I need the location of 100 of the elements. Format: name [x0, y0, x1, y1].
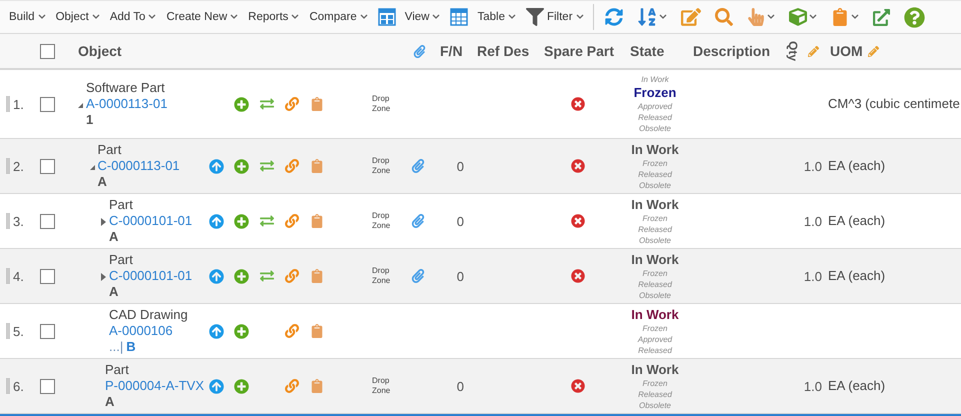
- navigate-icon[interactable]: [209, 378, 224, 394]
- column-header[interactable]: Spare Part: [544, 43, 614, 59]
- state-option[interactable]: Released: [638, 112, 672, 123]
- state-option[interactable]: Obsolete: [638, 180, 672, 190]
- object-number-link[interactable]: A-0000113-01: [86, 96, 168, 112]
- navigate-icon[interactable]: [209, 214, 224, 228]
- replace-icon[interactable]: [260, 158, 274, 172]
- drag-handle[interactable]: [6, 96, 10, 112]
- drag-handle[interactable]: [6, 213, 10, 229]
- collapse-icon[interactable]: [78, 102, 83, 108]
- object-number-link[interactable]: P-000004-A-TVX: [105, 378, 204, 394]
- navigate-icon[interactable]: [209, 158, 224, 174]
- row-checkbox[interactable]: [40, 378, 55, 394]
- row-number: 2.: [13, 158, 24, 174]
- state-option[interactable]: Released: [638, 278, 672, 290]
- filter-button[interactable]: Filter: [520, 3, 589, 31]
- add-icon[interactable]: [234, 96, 249, 112]
- unit-of-measure: EA (each): [827, 378, 886, 393]
- object-number-link[interactable]: A-0000106: [109, 323, 188, 339]
- add-icon[interactable]: [234, 214, 249, 228]
- column-header[interactable]: Ref Des: [477, 43, 530, 59]
- state-option[interactable]: Frozen: [642, 268, 668, 278]
- view-button[interactable]: View: [372, 3, 446, 31]
- clipboard-icon[interactable]: [310, 214, 324, 228]
- expand-icon[interactable]: [101, 273, 106, 281]
- select-all-checkbox[interactable]: [40, 44, 55, 58]
- menu-button[interactable]: Compare: [304, 3, 373, 31]
- object-number-link[interactable]: C-0000113-01: [98, 158, 180, 174]
- row-checkbox[interactable]: [40, 96, 55, 112]
- navigate-icon[interactable]: [209, 324, 224, 338]
- row-checkbox[interactable]: [40, 214, 55, 228]
- state-option[interactable]: Obsolete: [638, 290, 672, 300]
- state-option[interactable]: Frozen: [642, 212, 668, 224]
- row-number: 3.: [13, 214, 24, 228]
- drag-handle[interactable]: [6, 158, 10, 174]
- state-option[interactable]: Released: [638, 388, 672, 400]
- link-icon[interactable]: [284, 324, 298, 338]
- revision[interactable]: B: [126, 339, 136, 355]
- clipboard-icon[interactable]: [310, 158, 324, 172]
- table-icon: [450, 8, 468, 26]
- column-header[interactable]: UOM: [830, 43, 863, 59]
- drag-handle[interactable]: [6, 378, 10, 394]
- object-number-link[interactable]: C-0000101-01: [109, 268, 192, 284]
- clipboard-icon[interactable]: [310, 96, 324, 110]
- paperclip-icon[interactable]: [410, 159, 424, 173]
- object-number-link[interactable]: C-0000101-01: [109, 213, 192, 229]
- state-option[interactable]: Released: [638, 168, 672, 180]
- replace-icon[interactable]: [260, 214, 274, 228]
- row-checkbox[interactable]: [40, 324, 55, 338]
- row-checkbox[interactable]: [40, 158, 55, 174]
- expand-icon[interactable]: [101, 218, 106, 226]
- link-icon[interactable]: [284, 268, 298, 282]
- paperclip-icon[interactable]: [410, 214, 424, 228]
- state-option[interactable]: Released: [638, 224, 672, 234]
- state-option[interactable]: Frozen: [642, 378, 668, 388]
- link-icon[interactable]: [284, 214, 298, 228]
- menu-button[interactable]: Object: [50, 3, 105, 31]
- replace-icon[interactable]: [260, 96, 274, 110]
- add-icon[interactable]: [234, 158, 249, 174]
- add-icon[interactable]: [234, 324, 249, 338]
- column-header[interactable]: F/N: [440, 43, 463, 59]
- drop-zone[interactable]: Drop Zone: [360, 94, 396, 114]
- table-button[interactable]: Table: [445, 3, 521, 31]
- link-icon[interactable]: [284, 96, 298, 110]
- row-checkbox[interactable]: [40, 268, 55, 284]
- state-option[interactable]: Obsolete: [638, 234, 672, 246]
- paperclip-icon[interactable]: [410, 269, 424, 283]
- replace-icon[interactable]: [260, 268, 274, 282]
- link-icon[interactable]: [284, 378, 298, 392]
- state-option[interactable]: Frozen: [642, 158, 668, 168]
- clipboard-icon[interactable]: [310, 378, 324, 392]
- drop-zone[interactable]: Drop Zone: [360, 266, 396, 286]
- current-state: Frozen: [634, 85, 676, 101]
- state-option[interactable]: Obsolete: [638, 123, 672, 134]
- state-option[interactable]: Approved: [638, 101, 672, 112]
- state-option[interactable]: Approved: [638, 334, 672, 344]
- drop-zone[interactable]: Drop Zone: [360, 156, 396, 176]
- column-header[interactable]: State: [630, 43, 664, 59]
- clipboard-icon[interactable]: [310, 324, 324, 338]
- state-option[interactable]: Frozen: [642, 322, 668, 334]
- menu-button[interactable]: Add To: [104, 3, 162, 31]
- state-option[interactable]: Obsolete: [638, 400, 672, 410]
- menu-button[interactable]: Reports: [243, 3, 304, 31]
- column-header[interactable]: Qty: [786, 41, 800, 61]
- collapse-icon[interactable]: [90, 164, 94, 170]
- drop-zone[interactable]: Drop Zone: [360, 211, 396, 231]
- add-icon[interactable]: [234, 268, 249, 284]
- column-header[interactable]: Description: [693, 43, 770, 59]
- menu-button[interactable]: Create New: [161, 3, 244, 31]
- state-option[interactable]: In Work: [641, 74, 669, 85]
- column-header[interactable]: Object: [78, 43, 122, 59]
- drag-handle[interactable]: [6, 323, 10, 339]
- navigate-icon[interactable]: [209, 268, 224, 284]
- drag-handle[interactable]: [6, 268, 10, 284]
- state-option[interactable]: Released: [638, 344, 672, 356]
- add-icon[interactable]: [234, 378, 249, 394]
- drop-zone[interactable]: Drop Zone: [360, 376, 396, 396]
- link-icon[interactable]: [284, 158, 298, 172]
- menu-button[interactable]: Build: [4, 3, 51, 31]
- clipboard-icon[interactable]: [310, 268, 324, 282]
